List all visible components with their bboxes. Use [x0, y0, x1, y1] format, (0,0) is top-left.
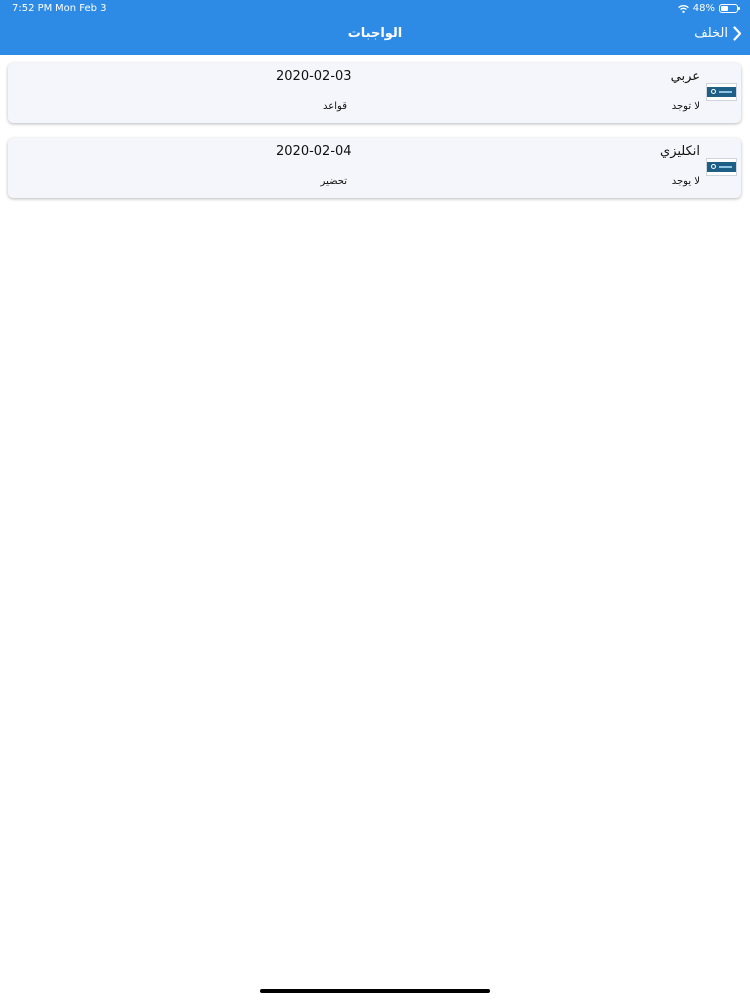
home-indicator[interactable] — [260, 989, 490, 993]
homework-card[interactable]: انكليزي 2020-02-04 لا يوجد تحضير — [8, 138, 741, 198]
homework-attachment-status: لا يوجد — [671, 176, 700, 187]
homework-date: 2020-02-03 — [276, 69, 352, 84]
homework-date: 2020-02-04 — [276, 144, 352, 159]
homework-type: قواعد — [323, 101, 347, 112]
back-button[interactable]: الخلف — [694, 26, 742, 41]
school-logo-thumbnail — [706, 158, 737, 176]
back-button-label: الخلف — [694, 26, 728, 41]
homework-subject: انكليزي — [660, 144, 700, 159]
battery-icon — [719, 4, 740, 13]
homework-card[interactable]: عربي 2020-02-03 لا توجد قواعد — [8, 63, 741, 123]
status-indicators: 48% — [677, 3, 740, 14]
homework-attachment-status: لا توجد — [671, 101, 700, 112]
wifi-icon — [677, 4, 689, 13]
navigation-bar: 7:52 PM Mon Feb 3 48% الواجبات الخلف — [0, 0, 750, 55]
chevron-right-icon — [733, 26, 742, 41]
battery-percentage: 48% — [692, 3, 715, 14]
status-time: 7:52 PM — [12, 3, 53, 14]
status-date: Mon Feb 3 — [55, 3, 107, 14]
homework-subject: عربي — [670, 69, 700, 84]
homework-type: تحضير — [320, 176, 347, 187]
battery-level — [721, 6, 728, 11]
page-title: الواجبات — [347, 26, 403, 41]
school-logo-thumbnail — [706, 83, 737, 101]
